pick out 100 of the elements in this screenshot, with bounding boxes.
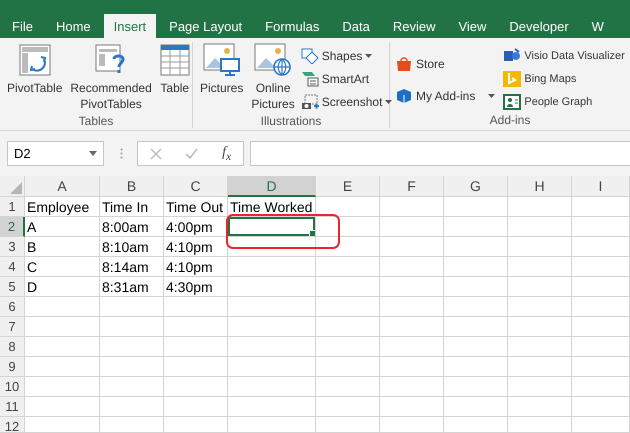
table-cell[interactable]	[228, 357, 316, 377]
ribbon-button[interactable]: Table	[156, 42, 193, 114]
table-cell[interactable]	[444, 377, 508, 397]
row-header[interactable]: 9	[0, 357, 25, 377]
table-cell[interactable]: C	[25, 257, 100, 277]
table-cell[interactable]	[25, 377, 100, 397]
table-cell[interactable]	[164, 377, 228, 397]
table-cell[interactable]: A	[25, 217, 100, 237]
table-cell[interactable]	[508, 357, 572, 377]
table-cell[interactable]: 4:10pm	[164, 237, 228, 257]
table-cell[interactable]: 8:31am	[100, 277, 164, 297]
table-cell[interactable]	[508, 317, 572, 337]
table-cell[interactable]	[164, 357, 228, 377]
table-cell[interactable]: Employee	[25, 197, 100, 217]
table-cell[interactable]: Time Out	[164, 197, 228, 217]
table-cell[interactable]	[380, 317, 444, 337]
table-cell[interactable]	[572, 257, 630, 277]
formula-input[interactable]	[250, 141, 630, 166]
table-cell[interactable]	[572, 297, 630, 317]
table-cell[interactable]	[508, 337, 572, 357]
table-cell[interactable]	[444, 417, 508, 433]
row-header[interactable]: 3	[0, 237, 25, 257]
ribbon-tab[interactable]: View	[448, 14, 496, 38]
table-cell[interactable]	[444, 337, 508, 357]
table-cell[interactable]: 4:30pm	[164, 277, 228, 297]
table-cell[interactable]	[508, 197, 572, 217]
table-cell[interactable]	[572, 357, 630, 377]
column-header[interactable]: B	[100, 176, 164, 197]
table-cell[interactable]	[444, 257, 508, 277]
table-cell[interactable]: Time In	[100, 197, 164, 217]
table-cell[interactable]	[380, 297, 444, 317]
ribbon-tab[interactable]: Formulas	[255, 14, 330, 38]
table-cell[interactable]	[508, 237, 572, 257]
ribbon-button[interactable]: SmartArt	[300, 69, 370, 89]
table-cell[interactable]	[316, 297, 380, 317]
table-cell[interactable]	[228, 217, 316, 237]
table-cell[interactable]	[508, 377, 572, 397]
table-cell[interactable]	[444, 197, 508, 217]
ribbon-button[interactable]: People Graph	[502, 92, 594, 112]
table-cell[interactable]	[316, 197, 380, 217]
name-box[interactable]: D2	[7, 141, 104, 166]
table-cell[interactable]	[572, 377, 630, 397]
row-header[interactable]: 2	[0, 217, 25, 237]
table-cell[interactable]	[380, 217, 444, 237]
table-cell[interactable]	[380, 357, 444, 377]
table-cell[interactable]	[316, 397, 380, 417]
row-header[interactable]: 12	[0, 417, 25, 433]
cancel-icon[interactable]	[150, 148, 162, 160]
ribbon-button[interactable]: Bing Maps	[502, 69, 578, 89]
table-cell[interactable]	[228, 257, 316, 277]
table-cell[interactable]	[25, 397, 100, 417]
table-cell[interactable]	[25, 317, 100, 337]
table-cell[interactable]	[380, 397, 444, 417]
table-cell[interactable]	[164, 317, 228, 337]
column-header[interactable]: G	[444, 176, 508, 197]
column-header[interactable]: F	[380, 176, 444, 197]
table-cell[interactable]	[572, 217, 630, 237]
table-cell[interactable]: B	[25, 237, 100, 257]
ribbon-tab[interactable]: Home	[46, 14, 101, 38]
row-header[interactable]: 1	[0, 197, 25, 217]
table-cell[interactable]	[100, 417, 164, 433]
table-cell[interactable]	[25, 357, 100, 377]
table-cell[interactable]	[164, 417, 228, 433]
column-header[interactable]: D	[228, 176, 316, 197]
table-cell[interactable]	[228, 417, 316, 433]
row-header[interactable]: 4	[0, 257, 25, 277]
ribbon-button[interactable]: Recommended PivotTables	[67, 42, 155, 114]
ribbon-tab[interactable]: Insert	[104, 14, 156, 38]
table-cell[interactable]	[380, 277, 444, 297]
table-cell[interactable]	[508, 417, 572, 433]
table-cell[interactable]	[572, 317, 630, 337]
table-cell[interactable]	[25, 337, 100, 357]
table-cell[interactable]	[316, 357, 380, 377]
table-cell[interactable]	[228, 317, 316, 337]
table-cell[interactable]	[228, 377, 316, 397]
column-header[interactable]: I	[572, 176, 630, 197]
table-cell[interactable]	[316, 337, 380, 357]
ribbon-tab[interactable]: Page Layout	[159, 14, 252, 38]
table-cell[interactable]	[444, 397, 508, 417]
table-cell[interactable]	[444, 297, 508, 317]
table-cell[interactable]	[380, 417, 444, 433]
table-cell[interactable]	[100, 317, 164, 337]
select-all-icon[interactable]	[10, 182, 22, 194]
row-header[interactable]: 7	[0, 317, 25, 337]
table-cell[interactable]: 8:14am	[100, 257, 164, 277]
table-cell[interactable]	[316, 317, 380, 337]
table-cell[interactable]	[316, 217, 380, 237]
check-icon[interactable]	[185, 148, 198, 159]
ribbon-button[interactable]: Shapes	[300, 46, 374, 66]
ribbon-button[interactable]: Pictures	[197, 42, 246, 114]
column-header[interactable]: E	[316, 176, 380, 197]
table-cell[interactable]	[444, 237, 508, 257]
table-cell[interactable]: Time Worked	[228, 197, 316, 217]
ribbon-button[interactable]: My Add-ins	[394, 86, 496, 106]
table-cell[interactable]	[100, 377, 164, 397]
table-cell[interactable]	[228, 237, 316, 257]
table-cell[interactable]	[100, 337, 164, 357]
ribbon-tab[interactable]: File	[2, 14, 43, 38]
row-header[interactable]: 5	[0, 277, 25, 297]
table-cell[interactable]	[164, 337, 228, 357]
